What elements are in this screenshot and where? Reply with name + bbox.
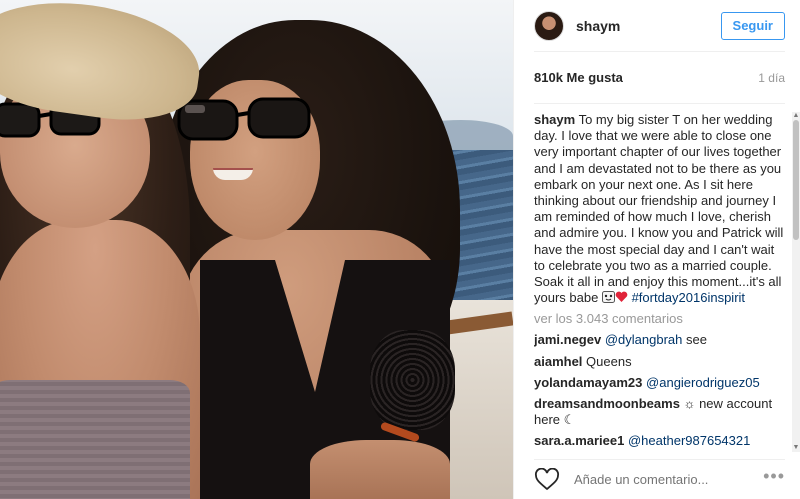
face-emoji-icon [601, 291, 615, 304]
comment-item: aiamhel Queens [534, 354, 785, 370]
comment-mention[interactable]: @angierodriguez05 [646, 375, 760, 390]
comment-username[interactable]: yolandamayam23 [534, 375, 642, 390]
comment-mention[interactable]: @heather987654321 [628, 433, 750, 448]
more-options-icon[interactable]: ••• [763, 466, 785, 493]
comment-item: dreamsandmoonbeams ☼ new account here ☾ [534, 396, 785, 428]
scroll-up-arrow-icon[interactable]: ▲ [792, 112, 800, 120]
comment-bar: ••• [534, 459, 785, 499]
caption-hashtag[interactable]: #fortday2016inspirit [632, 290, 745, 305]
avatar[interactable] [534, 10, 564, 41]
username-link[interactable]: shaym [576, 18, 721, 34]
post-photo[interactable] [0, 0, 513, 499]
likes-row: 810k Me gusta 1 día [534, 52, 785, 104]
post-side-panel: shaym Seguir 810k Me gusta 1 día shaym T… [513, 0, 800, 499]
heart-emoji-icon [615, 291, 628, 303]
comment-username[interactable]: jami.negev [534, 332, 601, 347]
scroll-down-arrow-icon[interactable]: ▼ [792, 444, 800, 452]
comment-username[interactable]: dreamsandmoonbeams [534, 396, 680, 411]
comment-username[interactable]: sara.a.mariee1 [534, 433, 624, 448]
follow-button[interactable]: Seguir [720, 11, 785, 40]
comment-item: sara.a.mariee1 @heather987654321 [534, 433, 785, 449]
comments-scrollbar[interactable]: ▲ ▼ [792, 112, 800, 452]
post-time[interactable]: 1 día [758, 71, 785, 85]
comment-username[interactable]: aiamhel [534, 354, 582, 369]
post-container: shaym Seguir 810k Me gusta 1 día shaym T… [0, 0, 800, 499]
heart-outline-icon[interactable] [534, 467, 560, 492]
caption-username[interactable]: shaym [534, 112, 575, 127]
likes-count[interactable]: 810k Me gusta [534, 70, 623, 85]
add-comment-input[interactable] [574, 472, 764, 487]
post-header: shaym Seguir [534, 0, 785, 52]
comment-text: Queens [582, 353, 632, 369]
comment-item: yolandamayam23 @angierodriguez05 [534, 375, 785, 391]
caption: shaym To my big sister T on her wedding … [534, 112, 785, 306]
comment-text: see [682, 332, 707, 348]
view-all-comments-link[interactable]: ver los 3.043 comentarios [534, 311, 785, 326]
comment-item: jami.negev @dylangbrah see [534, 332, 785, 348]
comments-list: shaym To my big sister T on her wedding … [534, 104, 785, 449]
scroll-thumb[interactable] [793, 120, 799, 240]
comment-mention[interactable]: @dylangbrah [605, 332, 683, 347]
caption-text: To my big sister T on her wedding day. I… [534, 112, 784, 306]
